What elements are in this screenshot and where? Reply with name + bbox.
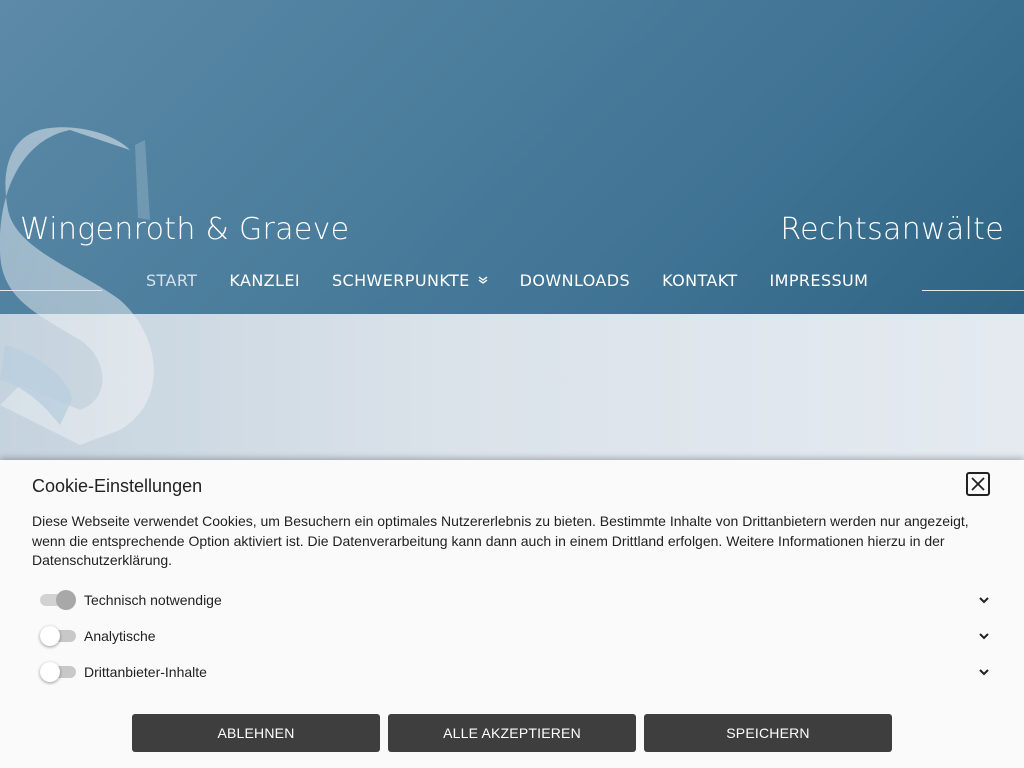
nav-divider-left [0, 290, 102, 291]
toggle-knob [40, 662, 60, 682]
nav-item-impressum[interactable]: IMPRESSUM [754, 271, 885, 290]
nav-item-kontakt[interactable]: KONTAKT [646, 271, 753, 290]
toggle-knob [40, 626, 60, 646]
cookie-option-analytische: Analytische [40, 624, 990, 648]
nav-item-kanzlei[interactable]: KANZLEI [213, 271, 316, 290]
accept-all-button[interactable]: ALLE AKZEPTIEREN [388, 714, 636, 752]
chevron-down-icon[interactable] [978, 594, 990, 606]
cookie-banner-title: Cookie-Einstellungen [32, 476, 203, 496]
main-navigation: START KANZLEI SCHWERPUNKTE DOWNLOADS KON… [130, 266, 884, 294]
close-button[interactable] [966, 472, 990, 496]
chevron-down-icon[interactable] [978, 666, 990, 678]
cookie-option-label: Drittanbieter-Inhalte [84, 664, 207, 680]
brand-name[interactable]: Wingenroth & Graeve [20, 212, 349, 247]
cookie-option-technisch: Technisch notwendige [40, 588, 990, 612]
chevron-double-down-icon[interactable] [478, 275, 488, 287]
toggle-analytische[interactable] [40, 624, 76, 648]
toggle-drittanbieter-inhalte[interactable] [40, 660, 76, 684]
nav-item-schwerpunkte-label: SCHWERPUNKTE [332, 270, 470, 290]
reject-button[interactable]: ABLEHNEN [132, 714, 380, 752]
save-button[interactable]: SPEICHERN [644, 714, 892, 752]
cookie-banner-text: Diese Webseite verwendet Cookies, um Bes… [32, 513, 969, 568]
chevron-down-icon[interactable] [978, 630, 990, 642]
cookie-option-label: Analytische [84, 628, 156, 644]
nav-item-schwerpunkte[interactable]: SCHWERPUNKTE [316, 271, 504, 290]
toggle-technisch-notwendige[interactable] [40, 588, 76, 612]
cookie-option-drittanbieter: Drittanbieter-Inhalte [40, 660, 990, 684]
brand-tagline: Rechtsanwälte [780, 212, 1004, 247]
page: Wingenroth & Graeve Rechtsanwälte START … [0, 0, 1024, 768]
hero-lower-background [0, 314, 1024, 460]
nav-item-start[interactable]: START [130, 271, 213, 290]
cookie-banner: Cookie-Einstellungen Diese Webseite verw… [0, 460, 1024, 768]
toggle-knob [56, 590, 76, 610]
close-icon [971, 477, 985, 491]
nav-divider-right [922, 290, 1024, 291]
nav-item-downloads[interactable]: DOWNLOADS [504, 271, 646, 290]
cookie-option-label: Technisch notwendige [84, 592, 222, 608]
